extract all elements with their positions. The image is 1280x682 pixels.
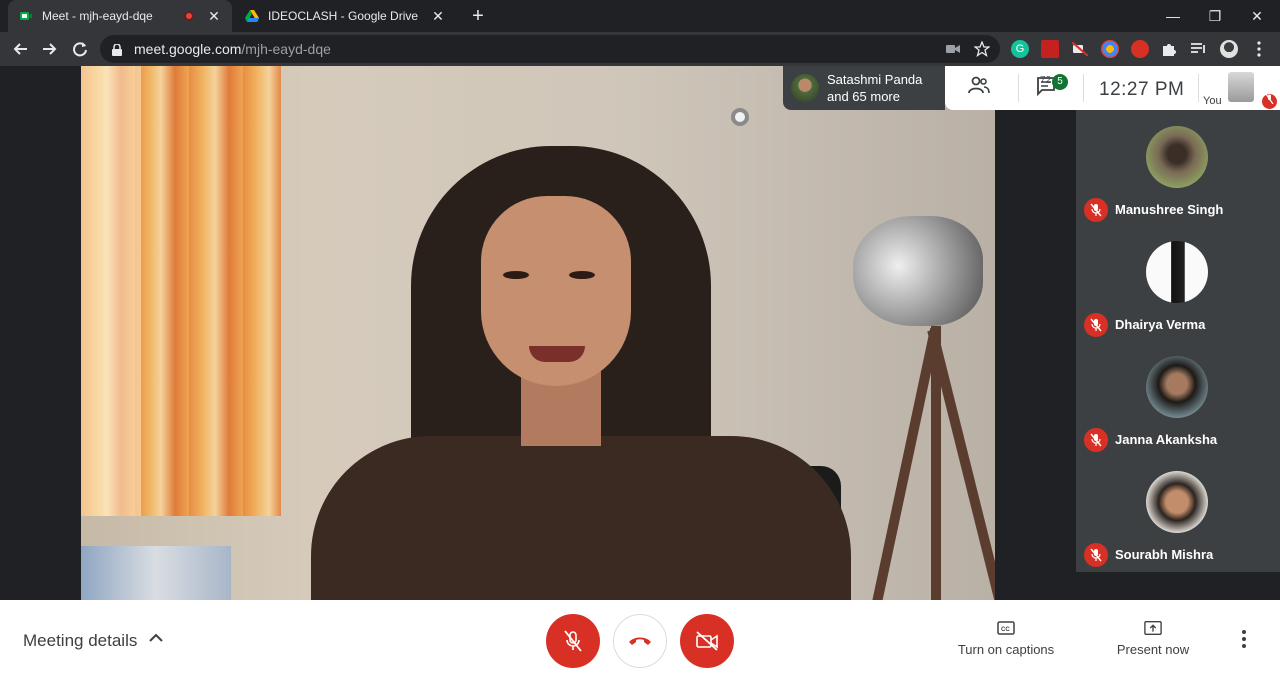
grammarly-extension-icon[interactable]: G [1011, 40, 1029, 58]
chevron-up-icon[interactable] [148, 630, 168, 650]
maximize-icon[interactable]: ❐ [1192, 0, 1238, 32]
camera-off-icon [696, 631, 718, 651]
muted-mic-icon [1084, 198, 1108, 222]
recording-indicator-icon [184, 11, 194, 21]
minimize-icon[interactable]: — [1150, 0, 1196, 32]
close-window-icon[interactable]: ✕ [1234, 0, 1280, 32]
new-tab-button[interactable]: + [466, 4, 490, 28]
tab-meet[interactable]: Meet - mjh-eayd-dqe ✕ [8, 0, 232, 32]
camera-off-extension-icon[interactable] [1071, 40, 1089, 58]
participant-more: and 65 more [827, 89, 900, 104]
self-view-thumbnail[interactable] [1228, 72, 1254, 102]
present-screen-icon [1144, 621, 1162, 635]
participant-name: Janna Akanksha [1115, 432, 1218, 447]
muted-mic-icon [1084, 543, 1108, 567]
participant-name: Dhairya Verma [1115, 317, 1206, 332]
close-tab-icon[interactable]: ✕ [206, 8, 222, 25]
meeting-controls-bar: Meeting details CC Turn on captions Pres… [0, 600, 1280, 682]
close-tab-icon[interactable]: ✕ [430, 8, 446, 25]
svg-text:CC: CC [1001, 627, 1010, 633]
camera-toggle-button[interactable] [680, 614, 734, 668]
present-now-button[interactable]: Present now [1113, 620, 1193, 657]
avatar [1146, 126, 1208, 188]
reload-icon[interactable] [68, 37, 92, 61]
captions-label: Turn on captions [957, 642, 1055, 657]
meeting-stage: Satashmi Panda and 65 more 72 5 12:27 PM… [0, 66, 1280, 600]
profile-avatar-icon[interactable] [1220, 40, 1238, 58]
extension-red-book-icon[interactable] [1041, 40, 1059, 58]
participants-preview[interactable]: Satashmi Panda and 65 more [783, 66, 945, 110]
self-muted-mic-icon [1262, 93, 1277, 109]
present-label: Present now [1116, 642, 1190, 657]
muted-mic-icon [1084, 428, 1108, 452]
mic-off-icon [564, 630, 582, 652]
tab-strip: Meet - mjh-eayd-dqe ✕ IDEOCLASH - Google… [0, 0, 1280, 32]
participant-tile[interactable]: Sourabh Mishra [1076, 455, 1280, 570]
meeting-clock: 12:27 PM [1099, 79, 1185, 100]
tab-title: Meet - mjh-eayd-dqe [42, 9, 153, 23]
mic-toggle-button[interactable] [546, 614, 600, 668]
meet-icon [18, 8, 34, 24]
participant-tile[interactable]: Janna Akanksha [1076, 340, 1280, 455]
participant-name: Sourabh Mishra [1115, 547, 1214, 562]
bookmark-star-icon[interactable] [973, 40, 991, 58]
participant-name: Satashmi Panda [827, 72, 923, 87]
extension-colorful-icon[interactable] [1101, 40, 1119, 58]
browser-menu-icon[interactable] [1250, 40, 1268, 58]
more-options-icon[interactable] [1242, 630, 1262, 652]
lock-icon [112, 43, 122, 56]
studio-lamp [853, 216, 983, 326]
url-bar[interactable]: meet.google.com/mjh-eayd-dqe [100, 35, 1000, 63]
camera-indicator-icon[interactable] [944, 40, 962, 58]
meeting-details-button[interactable]: Meeting details [23, 631, 137, 651]
participant-tile[interactable]: Manushree Singh [1076, 110, 1280, 225]
muted-mic-icon [1084, 313, 1108, 337]
captions-button[interactable]: CC Turn on captions [956, 620, 1056, 657]
avatar [1146, 471, 1208, 533]
forward-arrow-icon[interactable] [38, 37, 62, 61]
participant-name: Manushree Singh [1115, 202, 1224, 217]
address-bar: meet.google.com/mjh-eayd-dqe G [0, 32, 1280, 66]
avatar [791, 74, 819, 102]
media-queue-icon[interactable] [1190, 40, 1208, 58]
participant-sidebar: Manushree Singh Dhairya Verma Janna Akan… [1076, 110, 1280, 572]
tab-google-drive[interactable]: IDEOCLASH - Google Drive ✕ [234, 0, 456, 32]
back-arrow-icon[interactable] [8, 37, 32, 61]
avatar [1146, 356, 1208, 418]
chat-count-badge: 5 [1052, 74, 1068, 90]
extension-shield-icon[interactable] [1131, 40, 1149, 58]
google-drive-icon [244, 8, 260, 24]
main-speaker-video [81, 66, 995, 600]
avatar [1146, 241, 1208, 303]
url-text: meet.google.com/mjh-eayd-dqe [134, 41, 331, 57]
hang-up-icon [629, 637, 651, 645]
closed-captions-icon: CC [997, 621, 1015, 635]
self-label: You [1203, 95, 1222, 107]
leave-call-button[interactable] [613, 614, 667, 668]
people-icon[interactable] [967, 76, 991, 100]
tab-title: IDEOCLASH - Google Drive [268, 9, 419, 23]
extensions-puzzle-icon[interactable] [1160, 40, 1178, 58]
participant-tile[interactable]: Dhairya Verma [1076, 225, 1280, 340]
